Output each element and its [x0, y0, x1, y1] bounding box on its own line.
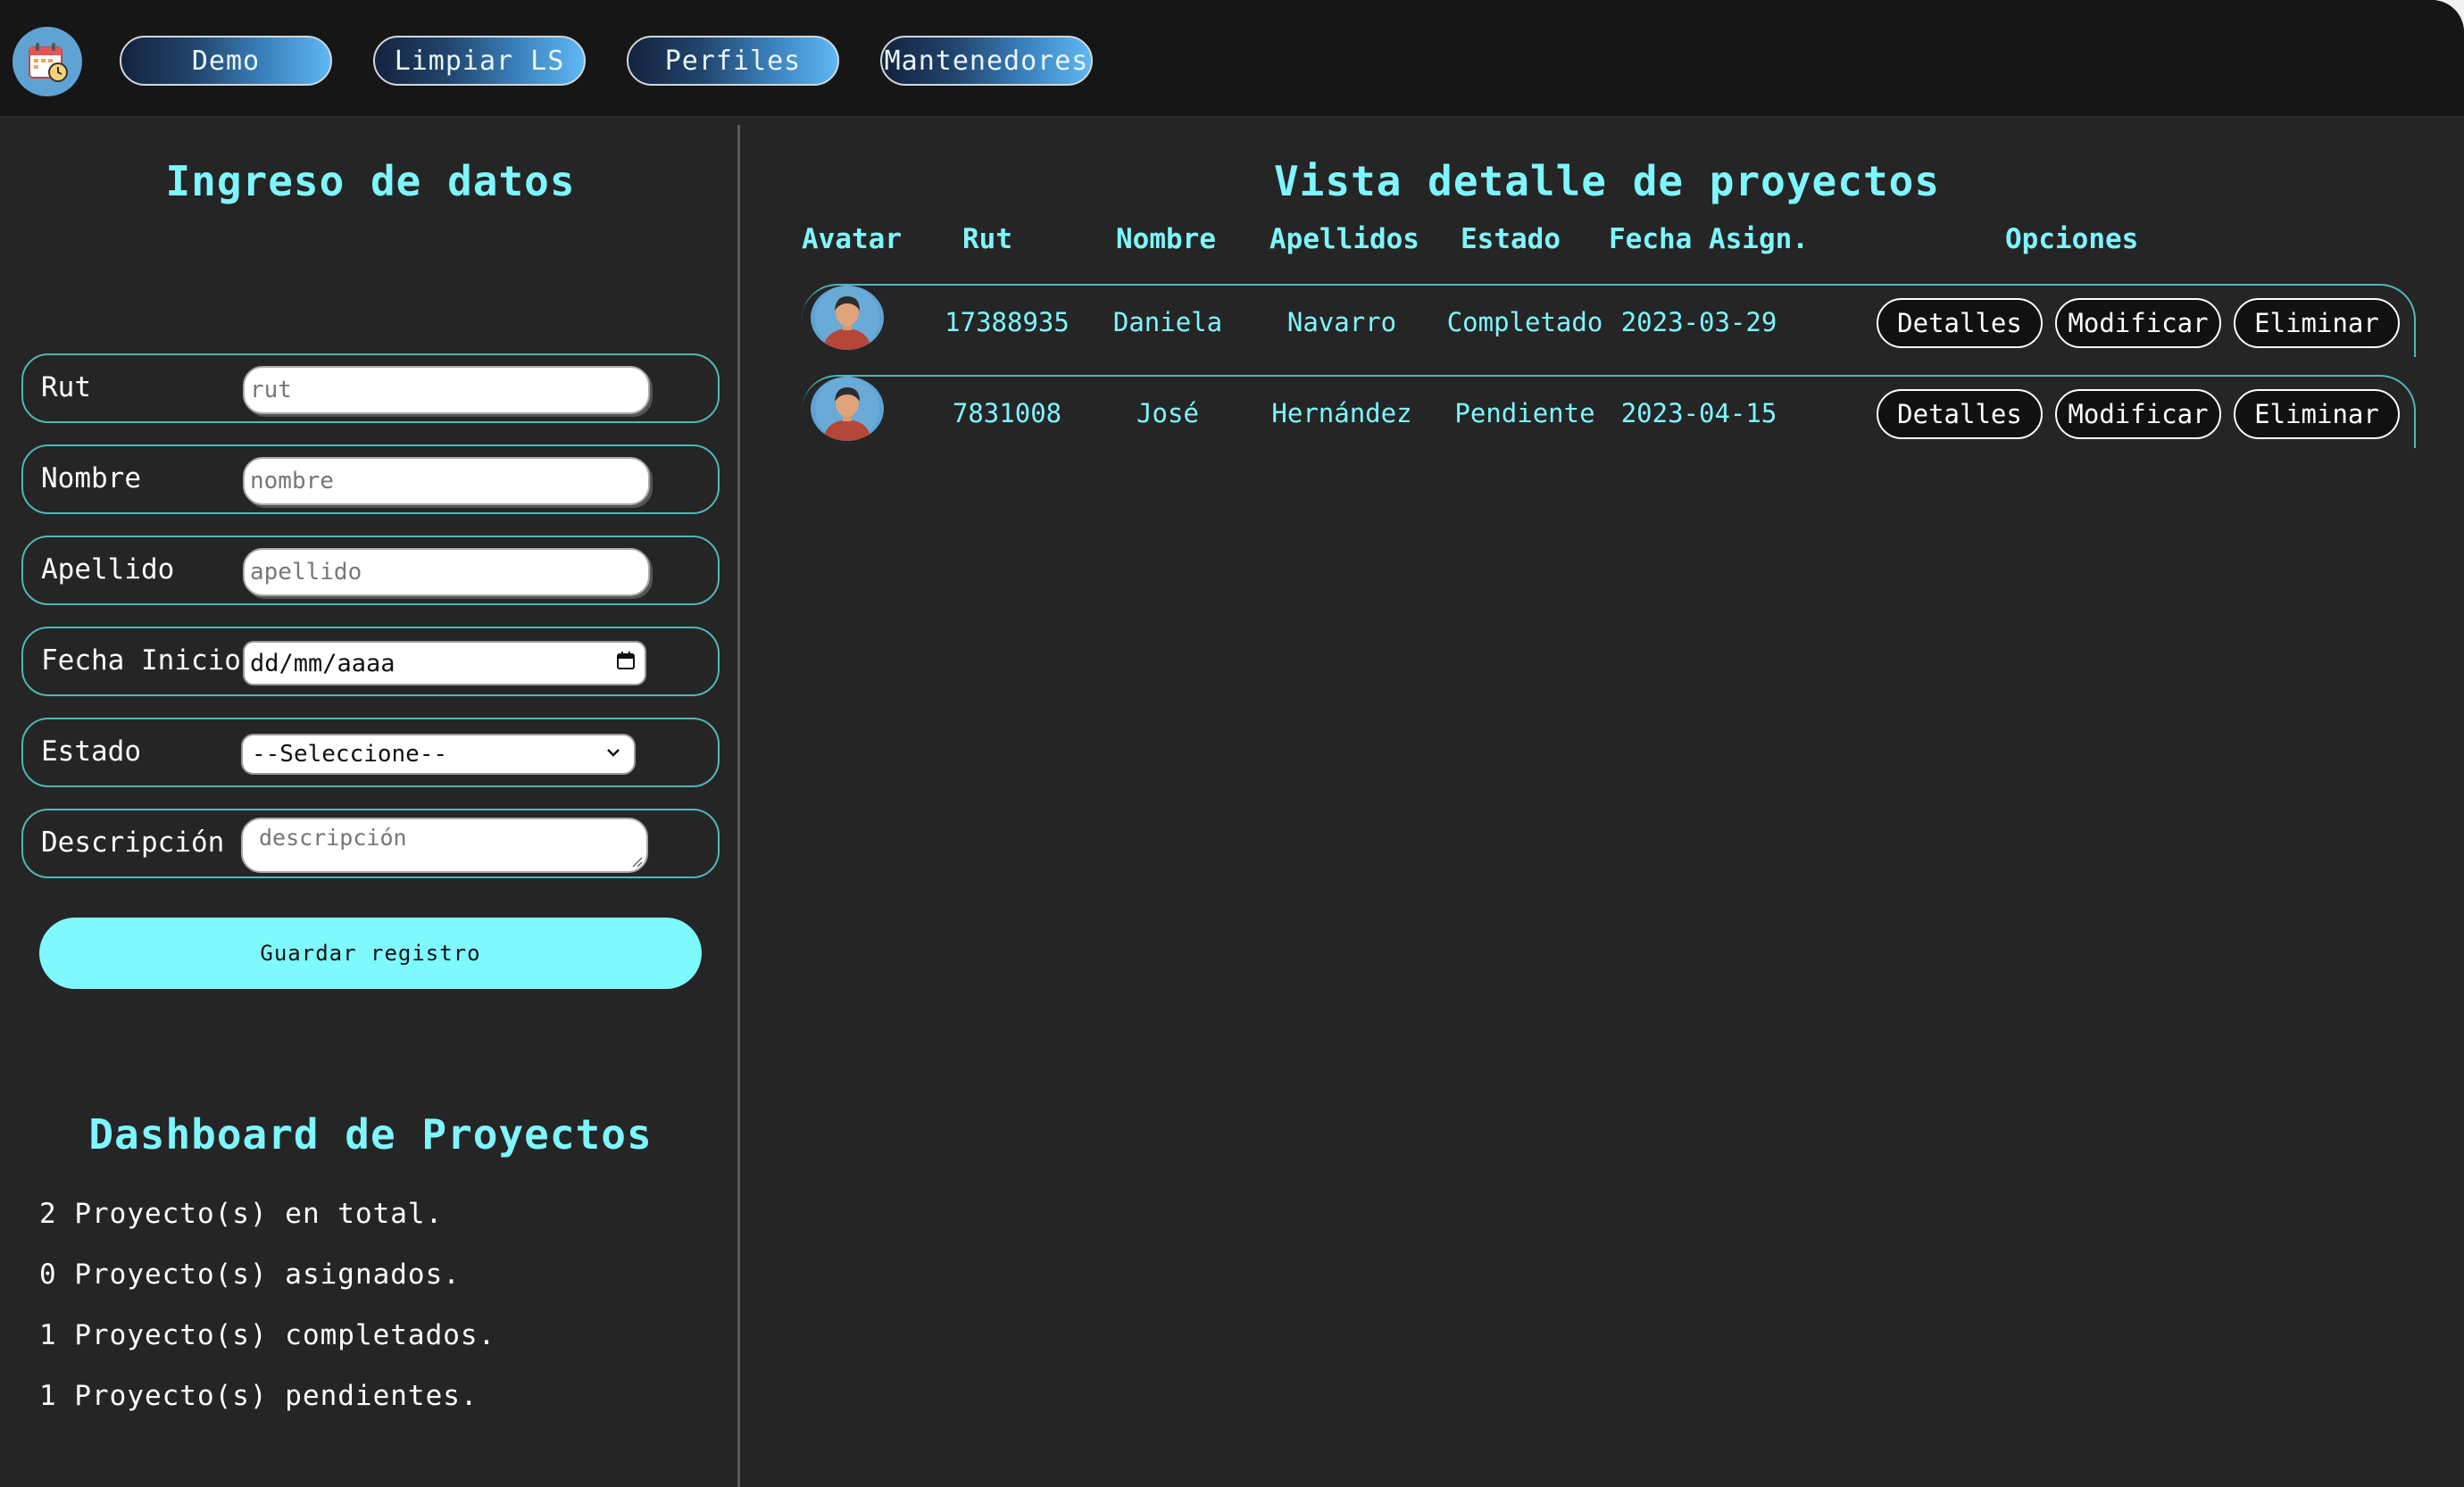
user-avatar-icon — [811, 377, 884, 441]
panel-divider — [737, 125, 740, 1487]
cell-estado: Completado — [1446, 307, 1603, 337]
field-nombre: Nombre nombre — [21, 444, 720, 514]
app-window: Demo Limpiar LS Perfiles Mantenedores In… — [0, 0, 2464, 1487]
modificar-button[interactable]: Modificar — [2055, 389, 2221, 439]
cell-nombre: Daniela — [1112, 307, 1223, 337]
cell-estado: Pendiente — [1454, 398, 1595, 428]
eliminar-button[interactable]: Eliminar — [2234, 298, 2400, 348]
rut-input[interactable]: rut — [243, 366, 650, 414]
stat-total: 2 Proyecto(s) en total. — [39, 1198, 444, 1230]
dashboard-title: Dashboard de Proyectos — [88, 1110, 653, 1159]
header-estado: Estado — [1461, 223, 1561, 255]
header-opciones: Opciones — [2005, 223, 2139, 255]
nav-demo-button[interactable]: Demo — [120, 36, 332, 86]
header-rut: Rut — [962, 223, 1012, 255]
field-label: Descripción — [41, 827, 225, 859]
nav-perfiles-button[interactable]: Perfiles — [627, 36, 839, 86]
eliminar-button[interactable]: Eliminar — [2234, 389, 2400, 439]
field-estado: Estado --Seleccione-- — [21, 718, 720, 787]
cell-rut: 7831008 — [952, 398, 1062, 428]
select-value: --Seleccione-- — [252, 741, 448, 768]
field-label: Apellido — [41, 553, 175, 586]
cell-nombre: José — [1136, 398, 1199, 428]
field-descripcion: Descripción descripción — [21, 809, 720, 878]
table-title: Vista detalle de proyectos — [1273, 157, 1941, 205]
table-row: 17388935 Daniela Navarro Completado 2023… — [802, 284, 2416, 357]
detalles-button[interactable]: Detalles — [1877, 389, 2043, 439]
chevron-down-icon — [607, 749, 620, 757]
field-rut: Rut rut — [21, 353, 720, 423]
save-record-button[interactable]: Guardar registro — [39, 918, 702, 989]
calendar-clock-icon[interactable] — [12, 27, 82, 96]
stat-pendientes: 1 Proyecto(s) pendientes. — [39, 1380, 479, 1412]
field-fecha-inicio: Fecha Inicio dd/mm/aaaa — [21, 627, 720, 696]
header-apellidos: Apellidos — [1269, 223, 1419, 255]
cell-apellidos: Hernández — [1271, 398, 1412, 428]
detalles-button[interactable]: Detalles — [1877, 298, 2043, 348]
field-label: Estado — [41, 735, 141, 768]
field-apellido: Apellido apellido — [21, 536, 720, 605]
field-label: Nombre — [41, 462, 141, 494]
header-nombre: Nombre — [1116, 223, 1216, 255]
nombre-input[interactable]: nombre — [243, 457, 650, 505]
estado-select[interactable]: --Seleccione-- — [241, 734, 636, 775]
descripcion-textarea[interactable]: descripción — [241, 818, 648, 873]
calendar-icon[interactable] — [616, 651, 636, 670]
field-label: Rut — [41, 371, 91, 403]
modificar-button[interactable]: Modificar — [2055, 298, 2221, 348]
fecha-inicio-input[interactable]: dd/mm/aaaa — [243, 641, 646, 685]
header-avatar: Avatar — [802, 223, 902, 255]
cell-fecha: 2023-03-29 — [1620, 307, 1777, 337]
cell-fecha: 2023-04-15 — [1620, 398, 1777, 428]
field-label: Fecha Inicio — [41, 644, 241, 677]
stat-completados: 1 Proyecto(s) completados. — [39, 1319, 496, 1351]
resize-handle-icon[interactable] — [630, 855, 643, 868]
nav-mantenedores-button[interactable]: Mantenedores — [880, 36, 1093, 86]
cell-apellidos: Navarro — [1286, 307, 1397, 337]
apellido-input[interactable]: apellido — [243, 548, 650, 596]
nav-limpiar-ls-button[interactable]: Limpiar LS — [373, 36, 586, 86]
date-value: dd/mm/aaaa — [250, 650, 395, 677]
header-fecha: Fecha Asign. — [1609, 223, 1809, 255]
form-title: Ingreso de datos — [165, 157, 576, 205]
table-row: 7831008 José Hernández Pendiente 2023-04… — [802, 375, 2416, 448]
stat-asignados: 0 Proyecto(s) asignados. — [39, 1259, 461, 1291]
textarea-placeholder: descripción — [259, 825, 407, 851]
cell-rut: 17388935 — [945, 307, 1070, 337]
top-navbar: Demo Limpiar LS Perfiles Mantenedores — [0, 0, 2464, 118]
user-avatar-icon — [811, 286, 884, 350]
